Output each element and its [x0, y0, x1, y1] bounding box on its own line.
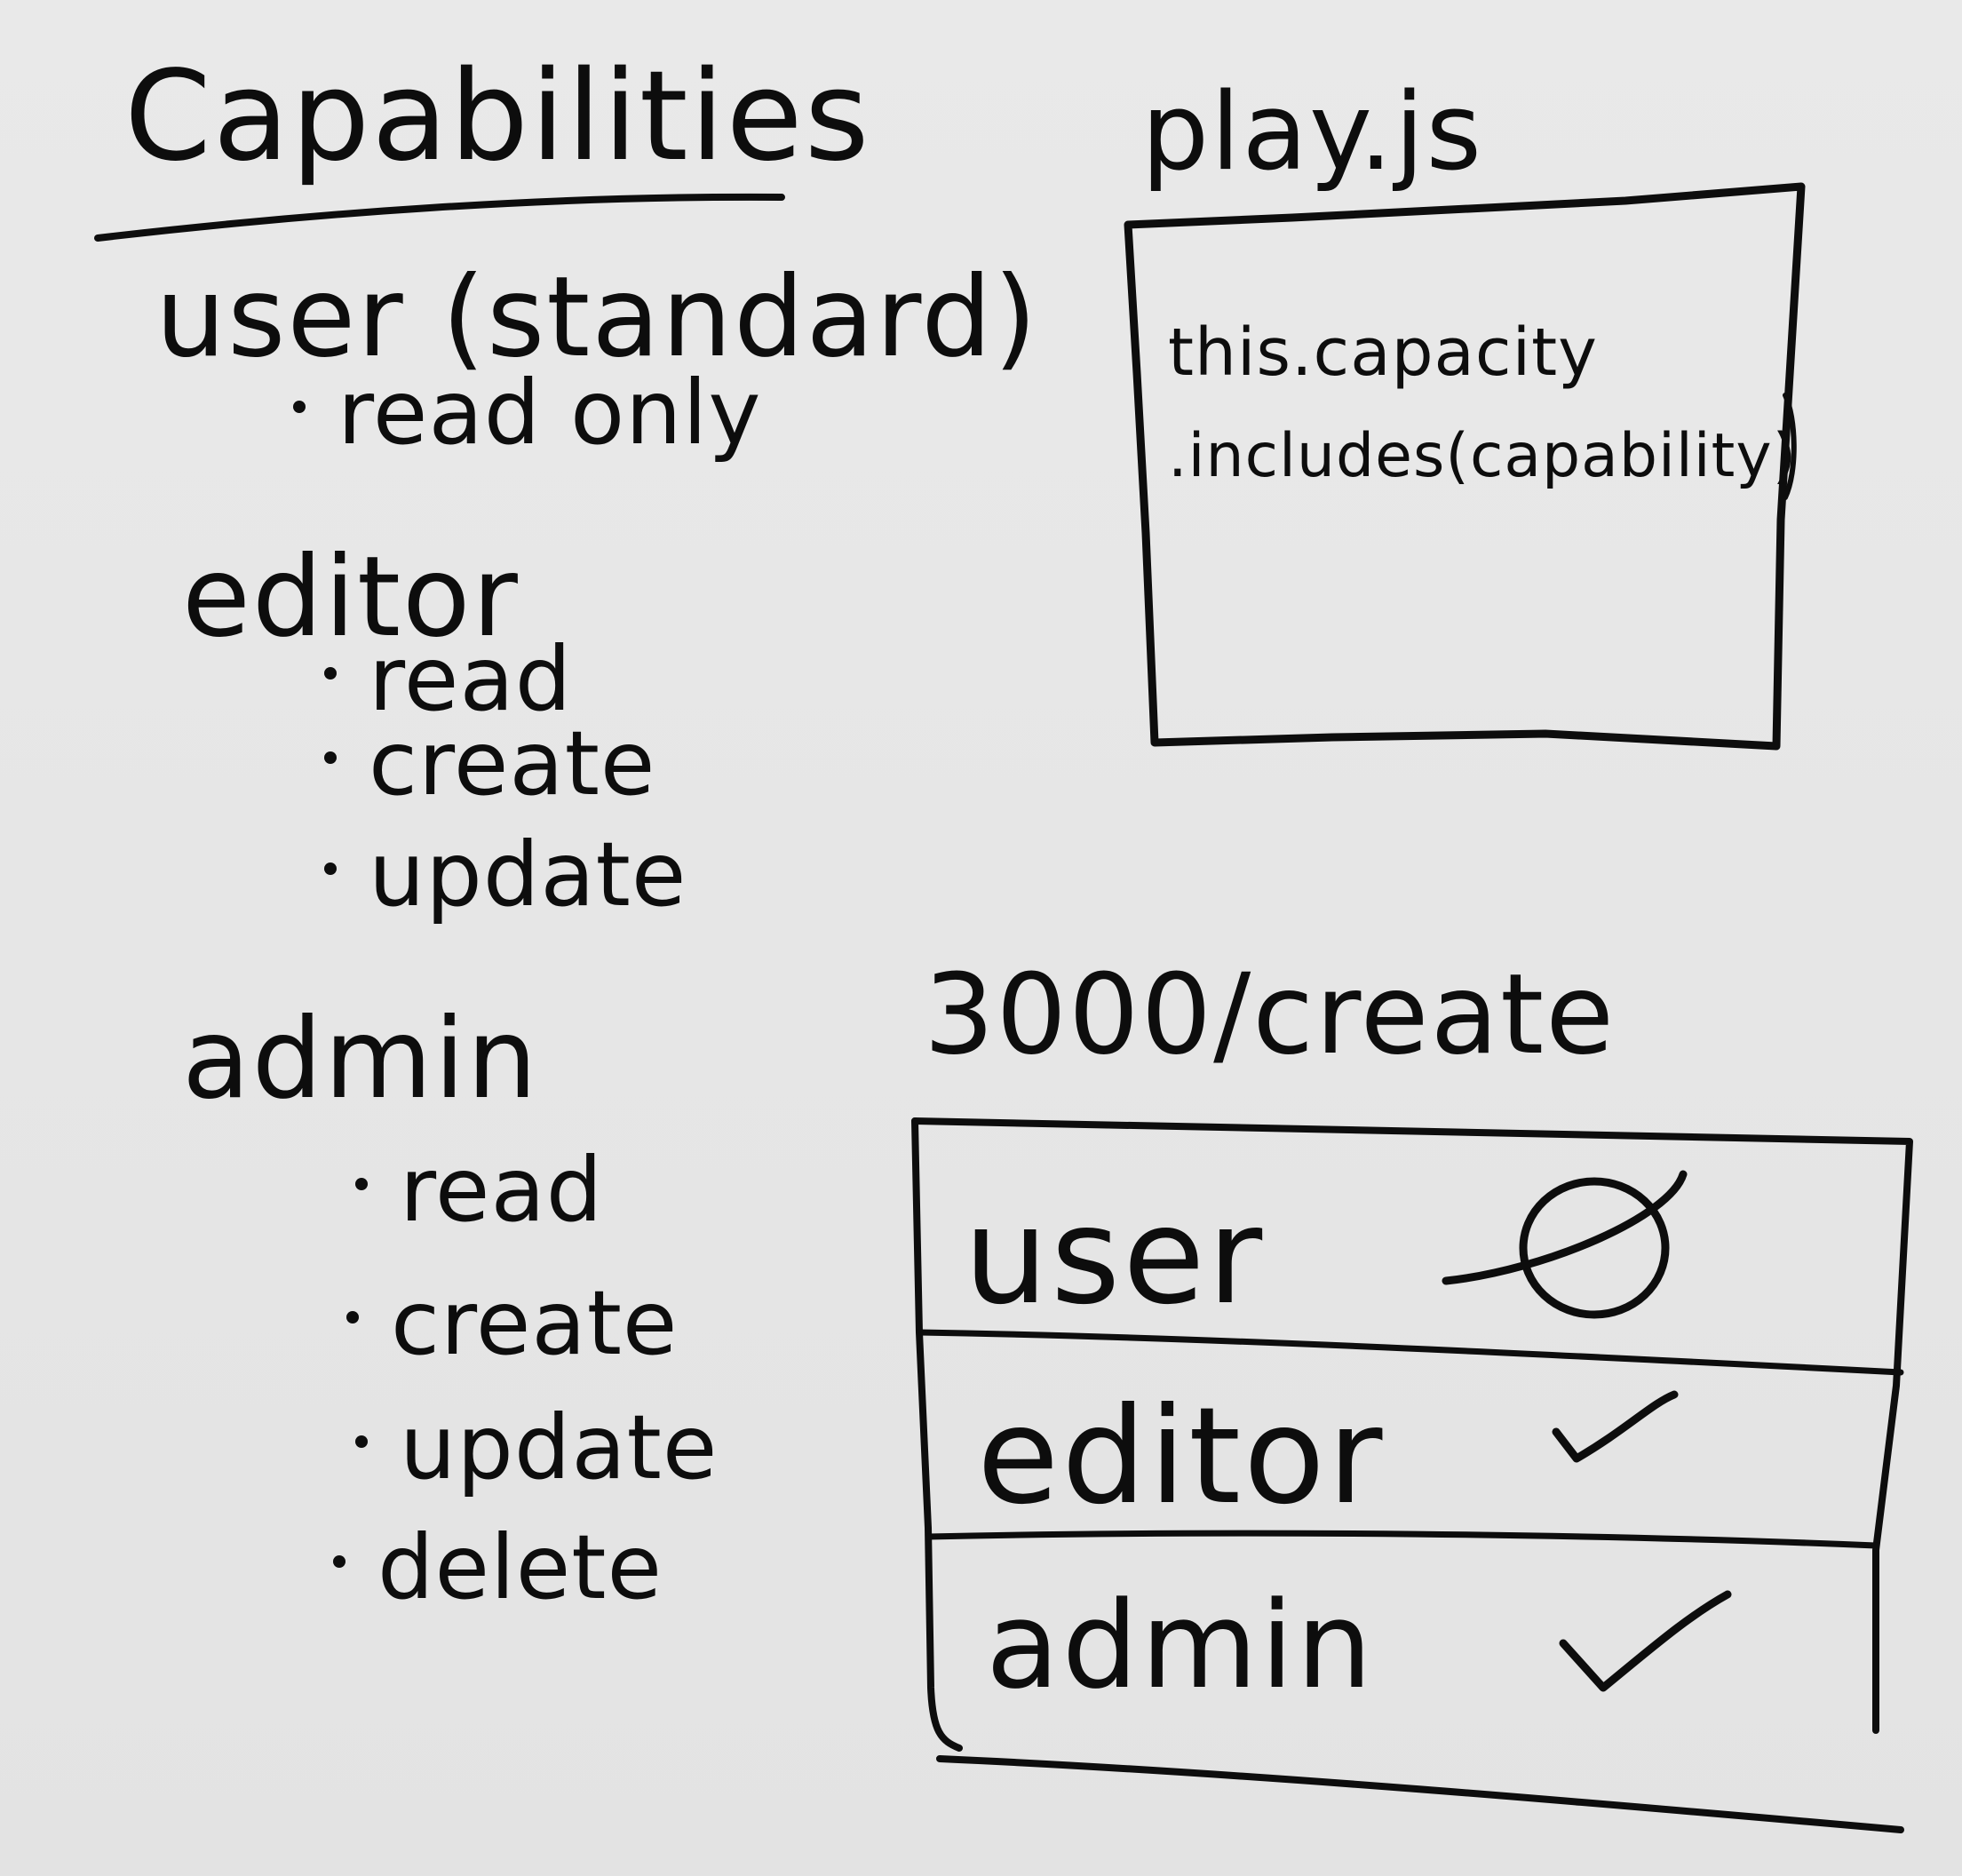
endpoint-title: 3000/create: [924, 950, 1616, 1079]
null-circle-icon: [1442, 1170, 1688, 1319]
bullet-icon: [355, 1435, 368, 1448]
capabilities-title: Capabilities: [124, 44, 871, 189]
bullet-icon: [355, 1177, 368, 1190]
checkmark-icon: [1552, 1390, 1679, 1463]
role-admin-heading: admin: [182, 995, 539, 1124]
bullet-icon: [324, 666, 337, 680]
bullet-icon: [293, 400, 306, 413]
endpoint-table-row-divider-1: [916, 1329, 1904, 1376]
bullet-icon: [324, 862, 337, 875]
endpoint-row-user-label: user: [964, 1180, 1266, 1334]
role-admin-item: delete: [333, 1523, 663, 1612]
role-user-heading: user (standard): [155, 253, 1039, 382]
playjs-code-line: this.capacity: [1168, 314, 1598, 391]
endpoint-row-editor-label: editor: [977, 1379, 1386, 1534]
role-admin-item: read: [355, 1146, 603, 1235]
bullet-icon: [346, 1310, 359, 1324]
endpoint-row-admin-label: admin: [986, 1576, 1375, 1715]
role-editor-item: create: [324, 719, 655, 808]
role-admin-item: update: [355, 1403, 718, 1492]
role-editor-item: update: [324, 831, 687, 919]
role-admin-item: create: [346, 1279, 678, 1368]
role-user-item: read only: [293, 369, 762, 457]
playjs-title: play.js: [1141, 71, 1483, 195]
bullet-icon: [333, 1554, 346, 1568]
bullet-icon: [324, 751, 337, 764]
endpoint-table-bottom: [936, 1755, 1904, 1833]
checkmark-icon: [1559, 1590, 1732, 1692]
playjs-code-line: .includes(capability): [1168, 421, 1798, 491]
capabilities-underline: [94, 193, 785, 242]
endpoint-table-row-divider-2: [925, 1530, 1879, 1549]
role-editor-item: read: [324, 635, 572, 724]
endpoint-table-left-edge: [911, 1117, 963, 1752]
